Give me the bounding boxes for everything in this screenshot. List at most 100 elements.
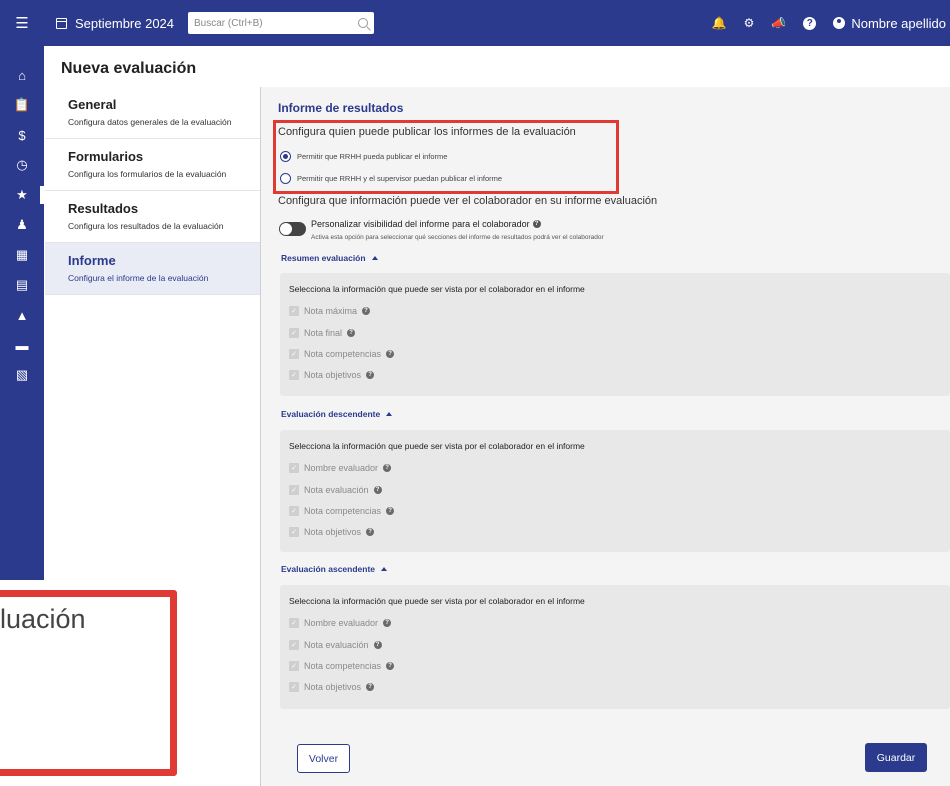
nav-item-general[interactable]: General Configura datos generales de la … — [45, 87, 260, 139]
top-bar: ☰ Septiembre 2024 🔔 ⚙ 📣 ? Nombre apellid… — [0, 0, 950, 46]
checkbox[interactable]: ✓ — [289, 661, 299, 671]
option-nombre-evaluador[interactable]: ✓ Nombre evaluador? — [289, 618, 392, 628]
top-actions: 🔔 ⚙ 📣 ? Nombre apellido — [712, 16, 950, 31]
group-intro: Selecciona la información que puede ser … — [289, 284, 585, 294]
help-icon[interactable]: ? — [362, 307, 371, 315]
star-icon[interactable]: ★ — [0, 180, 44, 210]
option-nota-evaluacion[interactable]: ✓ Nota evaluación? — [289, 640, 382, 650]
nav-item-resultados[interactable]: Resultados Configura los resultados de l… — [45, 191, 260, 243]
caret-up-icon — [381, 567, 388, 571]
step-nav: General Configura datos generales de la … — [45, 87, 260, 295]
option-label: Nota objetivos — [304, 370, 362, 380]
nav-item-formularios[interactable]: Formularios Configura los formularios de… — [45, 139, 260, 191]
option-label: Nota competencias — [304, 661, 382, 671]
option-nota-objetivos[interactable]: ✓ Nota objetivos? — [289, 370, 375, 380]
help-icon[interactable]: ? — [386, 507, 395, 515]
toggle-description: Activa esta opción para seleccionar qué … — [311, 234, 604, 241]
option-nota-competencias[interactable]: ✓ Nota competencias? — [289, 349, 395, 359]
help-icon[interactable]: ? — [386, 350, 395, 358]
user-icon — [833, 17, 846, 29]
checkbox[interactable]: ✓ — [289, 527, 299, 537]
bell-icon[interactable]: 🔔 — [712, 16, 727, 30]
checkbox[interactable]: ✓ — [289, 506, 299, 516]
highlight-box — [273, 120, 619, 194]
nav-item-title: General — [68, 97, 117, 112]
option-label: Nota evaluación — [304, 640, 369, 650]
checkbox[interactable]: ✓ — [289, 682, 299, 692]
nav-item-subtitle: Configura el informe de la evaluación — [68, 273, 209, 283]
group-title: Resumen evaluación — [281, 253, 366, 263]
folder-icon[interactable]: ▬ — [0, 330, 44, 360]
save-button[interactable]: Guardar — [865, 743, 927, 772]
graduation-icon[interactable]: ▲ — [0, 300, 44, 330]
option-label: Nombre evaluador — [304, 618, 379, 628]
checkbox[interactable]: ✓ — [289, 640, 299, 650]
checkbox[interactable]: ✓ — [289, 618, 299, 628]
visibility-question: Configura que información puede ver el c… — [278, 195, 658, 207]
group-header-ascendente[interactable]: Evaluación ascendente — [281, 564, 388, 574]
checkbox[interactable]: ✓ — [289, 485, 299, 495]
back-button[interactable]: Volver — [297, 744, 350, 773]
user-menu[interactable]: Nombre apellido — [833, 16, 946, 31]
checkbox[interactable]: ✓ — [289, 463, 299, 473]
clock-icon[interactable]: ◷ — [0, 150, 44, 180]
toggle-label: Personalizar visibilidad del informe par… — [311, 219, 541, 229]
group-header-resumen[interactable]: Resumen evaluación — [281, 253, 378, 263]
briefcase-icon[interactable]: ▤ — [0, 270, 44, 300]
option-label: Nota objetivos — [304, 682, 362, 692]
help-icon[interactable]: ? — [532, 220, 541, 228]
search-input[interactable] — [194, 17, 355, 29]
option-nombre-evaluador[interactable]: ✓ Nombre evaluador? — [289, 463, 392, 473]
hamburger-icon[interactable]: ☰ — [0, 0, 44, 46]
option-label: Nota competencias — [304, 349, 382, 359]
option-label: Nota competencias — [304, 506, 382, 516]
option-nota-final[interactable]: ✓ Nota final? — [289, 328, 356, 338]
gear-icon[interactable]: ⚙ — [744, 16, 755, 30]
help-icon[interactable]: ? — [383, 619, 392, 627]
option-nota-evaluacion[interactable]: ✓ Nota evaluación? — [289, 485, 382, 495]
option-nota-objetivos[interactable]: ✓ Nota objetivos? — [289, 682, 375, 692]
option-nota-objetivos[interactable]: ✓ Nota objetivos? — [289, 527, 375, 537]
option-nota-competencias[interactable]: ✓ Nota competencias? — [289, 506, 395, 516]
period-selector[interactable]: Septiembre 2024 — [56, 16, 174, 31]
visibility-toggle[interactable] — [279, 222, 306, 236]
group-intro: Selecciona la información que puede ser … — [289, 596, 585, 606]
help-icon[interactable]: ? — [373, 486, 382, 494]
nav-item-informe[interactable]: Informe Configura el informe de la evalu… — [45, 243, 260, 295]
nav-item-subtitle: Configura datos generales de la evaluaci… — [68, 117, 232, 127]
caret-up-icon — [371, 256, 378, 260]
help-icon[interactable]: ? — [383, 464, 392, 472]
help-icon[interactable]: ? — [366, 371, 375, 379]
megaphone-icon[interactable]: 📣 — [771, 16, 786, 30]
store-icon[interactable]: ▧ — [0, 360, 44, 390]
dollar-icon[interactable]: $ — [0, 120, 44, 150]
checkbox[interactable]: ✓ — [289, 306, 299, 316]
zoom-inset: luación — [0, 580, 182, 780]
help-icon[interactable]: ? — [803, 16, 817, 30]
section-title: Informe de resultados — [278, 101, 404, 115]
checkbox[interactable]: ✓ — [289, 349, 299, 359]
option-nota-competencias[interactable]: ✓ Nota competencias? — [289, 661, 395, 671]
checkbox[interactable]: ✓ — [289, 370, 299, 380]
option-nota-maxima[interactable]: ✓ Nota máxima? — [289, 306, 371, 316]
checkbox[interactable]: ✓ — [289, 328, 299, 338]
org-chart-icon[interactable]: ▦ — [0, 240, 44, 270]
search-icon[interactable] — [358, 18, 369, 28]
help-icon[interactable]: ? — [347, 329, 356, 337]
group-header-descendente[interactable]: Evaluación descendente — [281, 409, 393, 419]
help-icon[interactable]: ? — [386, 662, 395, 670]
home-icon[interactable]: ⌂ — [0, 60, 44, 90]
group-title: Evaluación ascendente — [281, 564, 376, 574]
help-icon[interactable]: ? — [366, 528, 375, 536]
group-title: Evaluación descendente — [281, 409, 381, 419]
option-label: Nota final — [304, 328, 343, 338]
help-icon[interactable]: ? — [366, 683, 375, 691]
search-box[interactable] — [188, 12, 375, 34]
clipboard-icon[interactable]: 📋 — [0, 90, 44, 120]
group-card-resumen: Selecciona la información que puede ser … — [280, 273, 950, 396]
help-icon[interactable]: ? — [373, 641, 382, 649]
people-icon[interactable]: ♟ — [0, 210, 44, 240]
option-label: Nombre evaluador — [304, 463, 379, 473]
group-card-ascendente: Selecciona la información que puede ser … — [280, 585, 950, 709]
toggle-label-text: Personalizar visibilidad del informe par… — [311, 219, 530, 229]
